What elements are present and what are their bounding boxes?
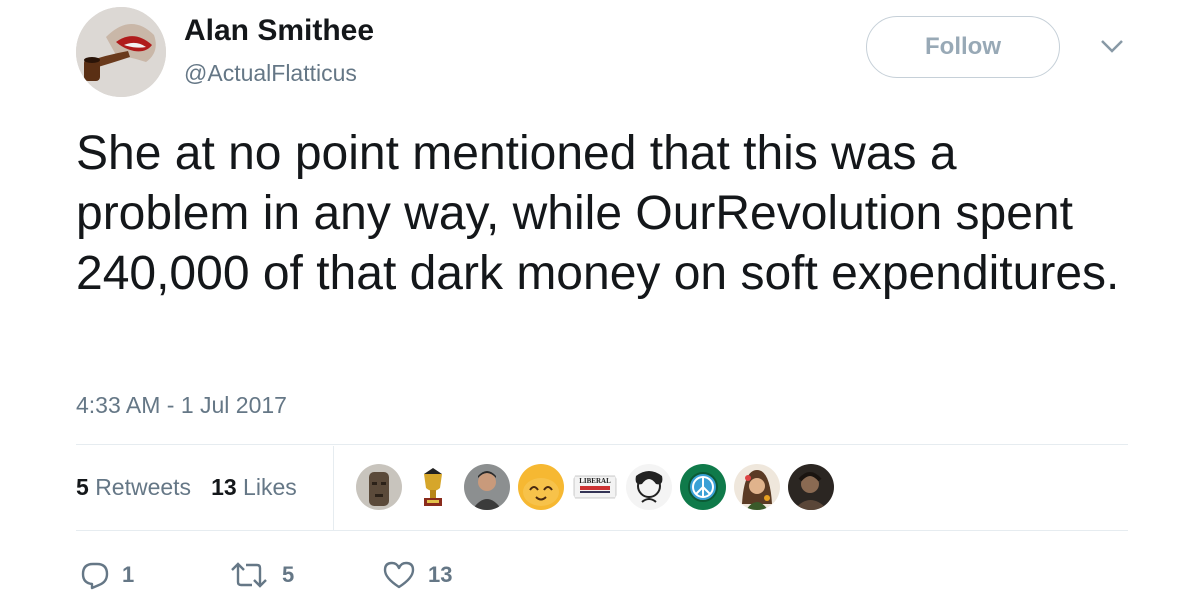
tweet-stats: 5 Retweets 13 Likes — [76, 474, 297, 501]
author-handle[interactable]: @ActualFlatticus — [184, 60, 357, 87]
likes-label: Likes — [243, 474, 297, 500]
liker-avatar-liberal-conservative[interactable]: LIBERAL — [572, 464, 618, 510]
liker-avatar-trophy[interactable] — [410, 464, 456, 510]
retweet-icon — [231, 562, 267, 588]
divider-top — [76, 444, 1128, 445]
tweet-timestamp[interactable]: 4:33 AM - 1 Jul 2017 — [76, 392, 287, 419]
like-count: 13 — [428, 562, 453, 587]
divider-bottom — [76, 530, 1128, 531]
author-name[interactable]: Alan Smithee — [184, 14, 374, 48]
liker-avatar-woman[interactable] — [734, 464, 780, 510]
stats-separator — [333, 446, 334, 530]
retweet-action[interactable]: 5 — [228, 560, 294, 590]
like-action[interactable]: 13 — [382, 560, 452, 590]
heart-icon — [383, 561, 415, 589]
reply-action[interactable]: 1 — [80, 560, 134, 590]
follow-button[interactable]: Follow — [866, 16, 1060, 78]
author-avatar[interactable] — [76, 7, 166, 97]
chevron-down-icon[interactable] — [1098, 36, 1126, 56]
retweet-count: 5 — [282, 562, 295, 587]
retweets-stat[interactable]: 5 Retweets — [76, 474, 191, 501]
liker-badge-text: LIBERAL — [579, 477, 611, 485]
likes-count: 13 — [211, 474, 237, 500]
likes-stat[interactable]: 13 Likes — [211, 474, 297, 501]
pipe-smoker-icon — [76, 7, 166, 97]
retweets-label: Retweets — [95, 474, 192, 500]
liker-avatar-man[interactable] — [464, 464, 510, 510]
reply-count: 1 — [122, 562, 135, 587]
liker-avatar-moai[interactable] — [356, 464, 402, 510]
tweet-text: She at no point mentioned that this was … — [76, 127, 1120, 300]
retweets-count: 5 — [76, 474, 89, 500]
liker-avatar-peace[interactable] — [680, 464, 726, 510]
liker-avatars: LIBERAL — [356, 464, 834, 510]
liker-avatar-dark[interactable] — [788, 464, 834, 510]
reply-icon — [81, 562, 109, 590]
liker-avatar-sketch[interactable] — [626, 464, 672, 510]
liker-avatar-cat[interactable] — [518, 464, 564, 510]
